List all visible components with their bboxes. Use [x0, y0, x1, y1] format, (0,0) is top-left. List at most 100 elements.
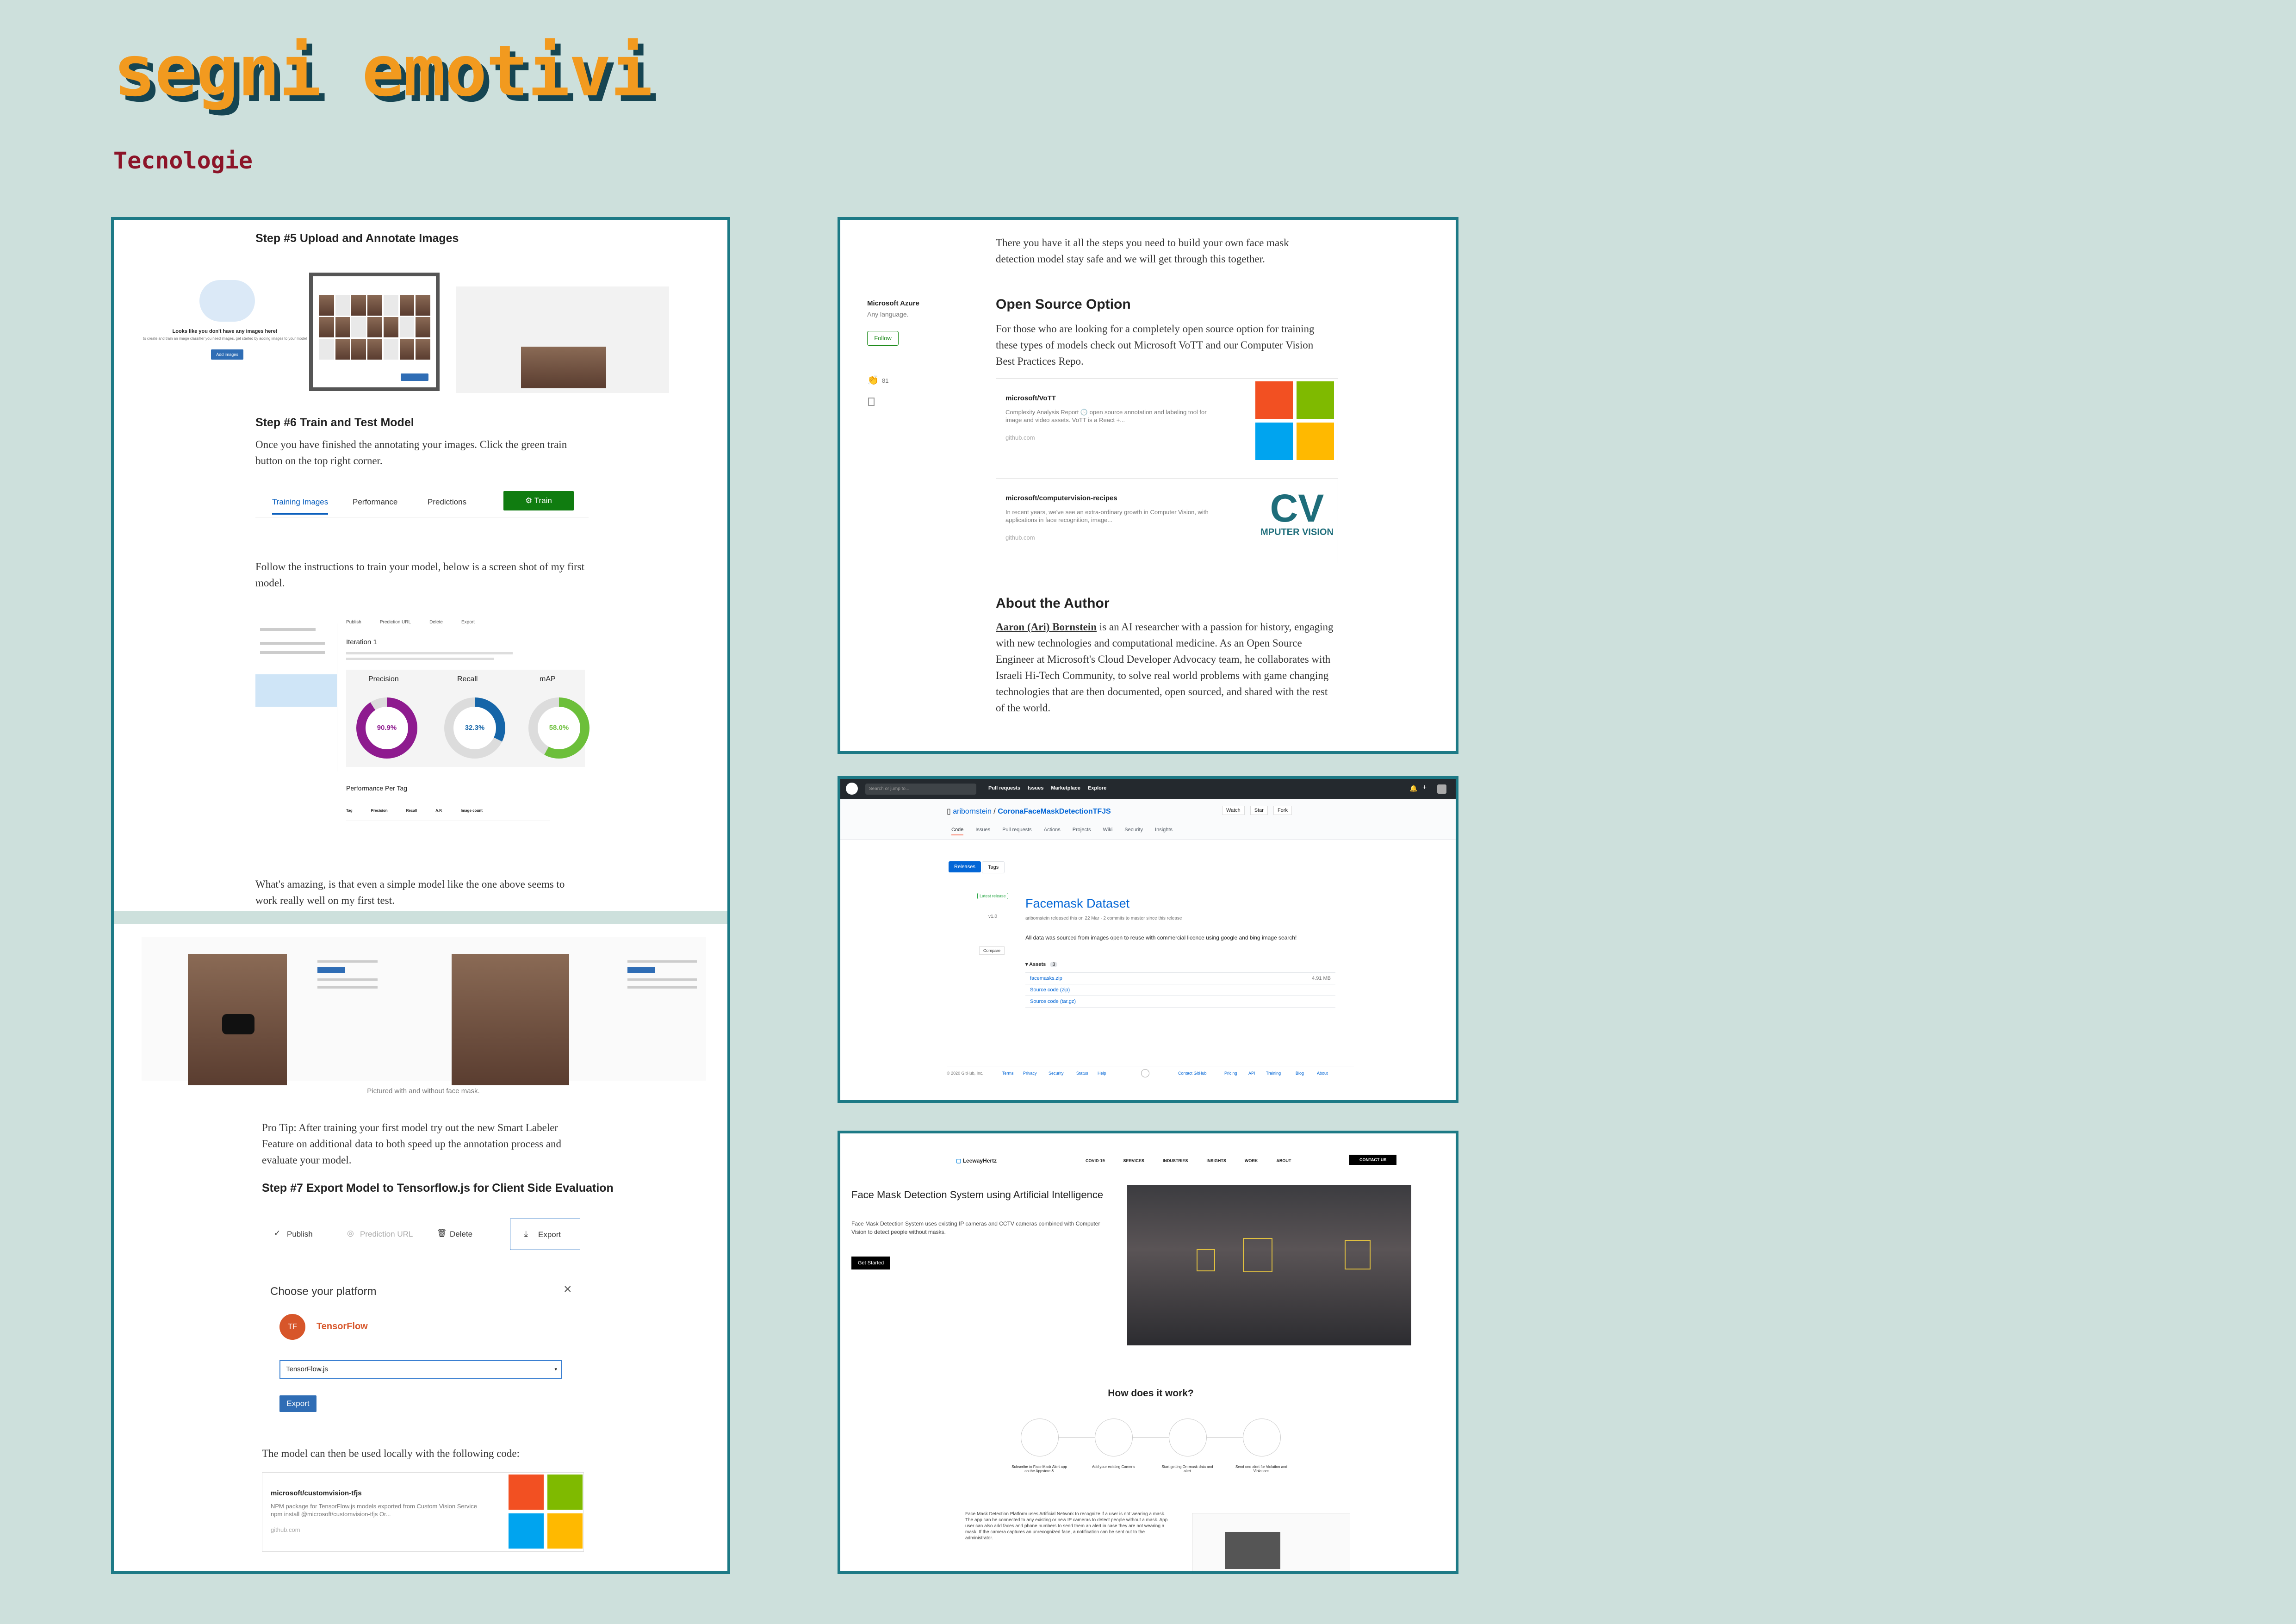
footer-help[interactable]: Help: [1098, 1071, 1106, 1076]
nav-insights[interactable]: INSIGHTS: [1206, 1158, 1226, 1163]
footer-training[interactable]: Training: [1266, 1071, 1281, 1076]
author-org: Microsoft Azure: [867, 299, 919, 307]
step5-heading: Step #5 Upload and Annotate Images: [255, 232, 459, 245]
asset-link[interactable]: facemasks.zip: [1030, 976, 1062, 981]
nav-industries[interactable]: INDUSTRIES: [1163, 1158, 1188, 1163]
get-started-button[interactable]: Get Started: [851, 1257, 891, 1269]
clap-icon[interactable]: 👏: [867, 374, 879, 386]
upload-button[interactable]: [401, 373, 428, 381]
cv-card-source: github.com: [1005, 534, 1035, 541]
customvision-tfjs-card[interactable]: microsoft/customvision-tfjs NPM package …: [262, 1472, 584, 1552]
export-toolbar-publish[interactable]: Publish: [287, 1230, 313, 1239]
nav-marketplace[interactable]: Marketplace: [1051, 785, 1080, 791]
github-logo-icon[interactable]: [846, 783, 858, 795]
tab-code[interactable]: Code: [951, 827, 964, 835]
plus-icon[interactable]: +: [1422, 784, 1427, 792]
step-label: Start getting On-mask data and alert: [1161, 1465, 1213, 1473]
avatar[interactable]: [1437, 784, 1446, 794]
footer-about[interactable]: About: [1317, 1071, 1328, 1076]
tab-predictions[interactable]: Predictions: [428, 498, 466, 507]
github-header: Search or jump to... Pull requests Issue…: [840, 779, 1456, 799]
nav-about[interactable]: ABOUT: [1276, 1158, 1291, 1163]
platform-select-value: TensorFlow.js: [286, 1365, 328, 1373]
asset-link[interactable]: Source code (tar.gz): [1030, 999, 1076, 1004]
page-title: segni emotivi: [113, 30, 653, 112]
tags-tab[interactable]: Tags: [982, 861, 1005, 873]
footer-status[interactable]: Status: [1076, 1071, 1088, 1076]
tab-performance[interactable]: Performance: [353, 498, 397, 507]
watch-button[interactable]: Watch: [1222, 806, 1245, 815]
footer-security[interactable]: Security: [1049, 1071, 1064, 1076]
platform-select[interactable]: TensorFlow.js ▾: [279, 1360, 562, 1379]
assets-header: ▾ Assets 3: [1025, 961, 1058, 967]
tab-pull-requests[interactable]: Pull requests: [1002, 827, 1032, 835]
vott-card-source: github.com: [1005, 434, 1035, 441]
about-heading: About the Author: [996, 596, 1110, 611]
vott-card[interactable]: microsoft/VoTT Complexity Analysis Repor…: [996, 378, 1338, 463]
delete-action[interactable]: Delete: [429, 620, 443, 629]
site-logo[interactable]: ▢ LeewayHertz: [956, 1157, 997, 1164]
preview-image: [521, 347, 606, 388]
train-button[interactable]: ⚙ Train: [503, 491, 574, 510]
globe-icon: ◎: [347, 1229, 354, 1238]
cv-card-title: microsoft/computervision-recipes: [1005, 494, 1117, 502]
detection-box: [1345, 1240, 1371, 1269]
tab-wiki[interactable]: Wiki: [1103, 827, 1113, 835]
publish-action[interactable]: Publish: [346, 620, 361, 629]
export-action[interactable]: Export: [461, 620, 475, 629]
compare-button[interactable]: Compare: [979, 946, 1005, 955]
tab-training-images[interactable]: Training Images: [272, 498, 329, 515]
card-title: microsoft/customvision-tfjs: [271, 1489, 362, 1497]
clap-count: 81: [882, 377, 889, 384]
repo-name-link[interactable]: CoronaFaceMaskDetectionTFJS: [998, 808, 1111, 815]
footer-api[interactable]: API: [1248, 1071, 1255, 1076]
intro-text: There you have it all the steps you need…: [996, 237, 1289, 265]
footer-terms[interactable]: Terms: [1002, 1071, 1014, 1076]
cv-recipes-card[interactable]: microsoft/computervision-recipes In rece…: [996, 478, 1338, 563]
footer-privacy[interactable]: Privacy: [1023, 1071, 1037, 1076]
release-title[interactable]: Facemask Dataset: [1025, 896, 1129, 911]
footer-contact[interactable]: Contact GitHub: [1178, 1071, 1207, 1076]
export-toolbar-prediction-url[interactable]: Prediction URL: [360, 1230, 413, 1239]
export-toolbar-export[interactable]: ⤓ Export: [510, 1219, 580, 1250]
export-toolbar: ✓ Publish ◎ Prediction URL 🗑 Delete ⤓ Ex…: [262, 1219, 580, 1251]
nav-explore[interactable]: Explore: [1088, 785, 1106, 791]
metric-map-label: mAP: [540, 675, 556, 683]
follow-button[interactable]: Follow: [867, 331, 899, 346]
repo-owner-link[interactable]: aribornstein: [953, 808, 992, 815]
step6-heading: Step #6 Train and Test Model: [255, 416, 414, 429]
upload-dialog: [309, 273, 440, 391]
star-button[interactable]: Star: [1250, 806, 1268, 815]
add-images-button[interactable]: Add images: [211, 349, 243, 360]
export-toolbar-delete[interactable]: Delete: [450, 1230, 472, 1239]
nav-pull-requests[interactable]: Pull requests: [988, 785, 1020, 791]
iteration-item-selected[interactable]: [255, 674, 337, 707]
hero-crowd-image: [1127, 1185, 1411, 1345]
nav-issues[interactable]: Issues: [1028, 785, 1043, 791]
cv-logo-text: MPUTER VISION: [1260, 527, 1334, 537]
nav-services[interactable]: SERVICES: [1123, 1158, 1144, 1163]
close-icon[interactable]: ×: [564, 1282, 572, 1297]
contact-button[interactable]: CONTACT US: [1349, 1155, 1397, 1165]
form-column-1: [317, 956, 378, 1048]
releases-tab[interactable]: Releases: [949, 861, 981, 872]
tab-projects[interactable]: Projects: [1073, 827, 1091, 835]
author-name-link[interactable]: Aaron (Ari) Bornstein: [996, 621, 1097, 633]
perf-table-header: Tag Precision Recall A.P. Image count: [346, 809, 550, 813]
nav-work[interactable]: WORK: [1245, 1158, 1258, 1163]
bookmark-icon[interactable]: [868, 398, 875, 406]
prediction-url-action[interactable]: Prediction URL: [380, 620, 411, 629]
tab-actions[interactable]: Actions: [1044, 827, 1061, 835]
nav-covid[interactable]: COVID-19: [1086, 1158, 1105, 1163]
export-button[interactable]: Export: [279, 1395, 316, 1412]
footer-blog[interactable]: Blog: [1296, 1071, 1304, 1076]
github-search-input[interactable]: Search or jump to...: [865, 784, 976, 795]
asset-link[interactable]: Source code (zip): [1030, 987, 1070, 993]
tab-security[interactable]: Security: [1124, 827, 1143, 835]
tab-insights[interactable]: Insights: [1155, 827, 1173, 835]
author-sub: Any language.: [867, 311, 909, 318]
fork-button[interactable]: Fork: [1273, 806, 1292, 815]
tab-issues[interactable]: Issues: [975, 827, 990, 835]
footer-pricing[interactable]: Pricing: [1224, 1071, 1237, 1076]
bell-icon[interactable]: 🔔: [1409, 784, 1417, 792]
